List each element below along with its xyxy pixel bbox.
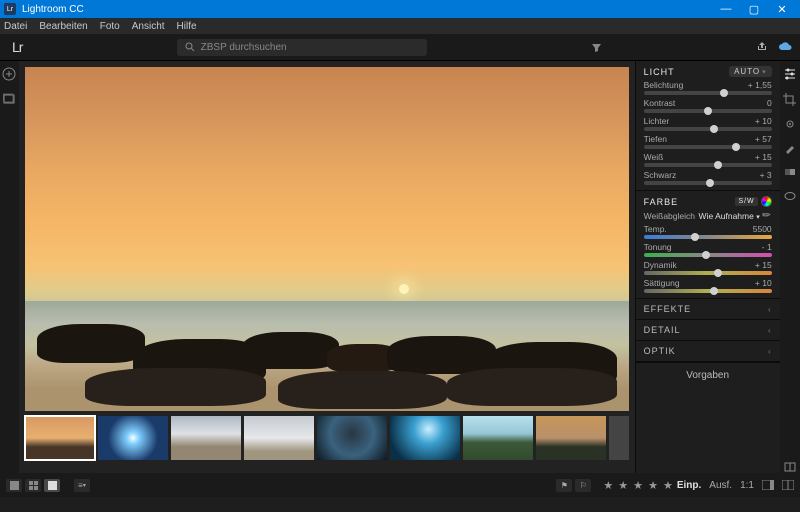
app-logo-icon: Lr	[4, 3, 16, 15]
tool-rail	[780, 61, 800, 473]
panel-toggle-icon[interactable]	[762, 480, 774, 490]
view-photogrid-icon[interactable]	[6, 479, 22, 492]
window-close-button[interactable]: ✕	[768, 3, 796, 16]
radial-gradient-icon[interactable]	[784, 190, 796, 202]
chevron-left-icon: ‹	[768, 326, 772, 335]
search-input[interactable]: ZBSP durchsuchen	[177, 39, 427, 56]
filter-icon[interactable]	[591, 42, 602, 53]
panel-optik[interactable]: OPTIK‹	[636, 341, 780, 362]
slider-dynamik[interactable]: Dynamik+ 15	[644, 260, 772, 275]
image-preview[interactable]	[25, 67, 629, 411]
search-icon	[185, 42, 195, 52]
brush-icon[interactable]	[784, 142, 796, 154]
search-placeholder: ZBSP durchsuchen	[201, 42, 287, 53]
slider-schwarz[interactable]: Schwarz+ 3	[644, 170, 772, 185]
filmstrip-thumb[interactable]	[25, 416, 95, 460]
menu-datei[interactable]: Datei	[4, 21, 27, 32]
auto-button[interactable]: AUTO▾	[729, 66, 772, 77]
farbe-panel: FARBE S/W Weißabgleich Wie Aufnahme ▾ ✎ …	[636, 191, 780, 299]
filmstrip-thumb[interactable]	[171, 416, 241, 460]
cloud-sync-icon[interactable]	[778, 41, 792, 53]
slider-kontrast[interactable]: Kontrast0	[644, 98, 772, 113]
licht-title: LICHT	[644, 67, 675, 77]
view-squaregrid-icon[interactable]	[25, 479, 41, 492]
view-detail-icon[interactable]	[44, 479, 60, 492]
filmstrip-thumb[interactable]	[317, 416, 387, 460]
filmstrip-thumb[interactable]	[244, 416, 314, 460]
zoom-fit[interactable]: Einp.	[677, 480, 701, 491]
lr-logo: Lr	[12, 39, 22, 55]
chevron-left-icon: ‹	[768, 305, 772, 314]
filmstrip-thumb[interactable]	[536, 416, 606, 460]
my-photos-icon[interactable]	[3, 93, 15, 105]
info-toggle-icon[interactable]	[782, 480, 794, 490]
filmstrip-thumb[interactable]	[609, 416, 629, 460]
filmstrip	[23, 413, 631, 469]
wb-label: Weißabgleich	[644, 211, 695, 221]
edit-sliders-icon[interactable]	[783, 67, 797, 81]
filmstrip-thumb[interactable]	[390, 416, 460, 460]
share-icon[interactable]	[756, 41, 768, 53]
slider-temp[interactable]: Temp.5500	[644, 224, 772, 239]
chevron-left-icon: ‹	[768, 347, 772, 356]
menu-hilfe[interactable]: Hilfe	[177, 21, 197, 32]
presets-button[interactable]: Vorgaben	[636, 362, 780, 388]
rating-stars[interactable]: ★ ★ ★ ★ ★	[603, 479, 674, 492]
menubar: Datei Bearbeiten Foto Ansicht Hilfe	[0, 18, 800, 34]
panel-effekte[interactable]: EFFEKTE‹	[636, 299, 780, 320]
add-photo-icon[interactable]	[2, 67, 16, 81]
farbe-title: FARBE	[644, 197, 679, 207]
wb-dropdown[interactable]: Wie Aufnahme ▾	[699, 211, 760, 221]
color-mixer-icon[interactable]	[761, 196, 772, 207]
center-area	[19, 61, 635, 473]
linear-gradient-icon[interactable]	[784, 166, 796, 178]
sort-icon[interactable]: ≡▾	[74, 479, 90, 492]
licht-panel: LICHT AUTO▾ Belichtung+ 1,55 Kontrast0 Lic…	[636, 61, 780, 191]
bottombar: ≡▾ ⚑ ⚐ ★ ★ ★ ★ ★ Einp. Ausf. 1:1	[0, 473, 800, 497]
slider-tonung[interactable]: Tonung- 1	[644, 242, 772, 257]
slider-lichter[interactable]: Lichter+ 10	[644, 116, 772, 131]
filmstrip-thumb[interactable]	[98, 416, 168, 460]
left-rail	[0, 61, 19, 473]
zoom-fill[interactable]: Ausf.	[709, 480, 732, 491]
bw-toggle[interactable]: S/W	[735, 197, 757, 206]
flag-pick-icon[interactable]: ⚑	[556, 479, 572, 492]
window-minimize-button[interactable]: ―	[712, 3, 740, 15]
crop-icon[interactable]	[783, 93, 796, 106]
slider-tiefen[interactable]: Tiefen+ 57	[644, 134, 772, 149]
window-title: Lightroom CC	[22, 4, 84, 15]
slider-belichtung[interactable]: Belichtung+ 1,55	[644, 80, 772, 95]
slider-wei[interactable]: Weiß+ 15	[644, 152, 772, 167]
eyedropper-icon[interactable]: ✎	[761, 209, 775, 223]
flag-reject-icon[interactable]: ⚐	[575, 479, 591, 492]
window-maximize-button[interactable]: ▢	[740, 3, 768, 16]
titlebar: Lr Lightroom CC ― ▢ ✕	[0, 0, 800, 18]
menu-ansicht[interactable]: Ansicht	[132, 21, 165, 32]
healing-brush-icon[interactable]	[784, 118, 796, 130]
panel-detail[interactable]: DETAIL‹	[636, 320, 780, 341]
menu-foto[interactable]: Foto	[100, 21, 120, 32]
main-body: LICHT AUTO▾ Belichtung+ 1,55 Kontrast0 Lic…	[0, 61, 800, 473]
menu-bearbeiten[interactable]: Bearbeiten	[39, 21, 87, 32]
slider-sttigung[interactable]: Sättigung+ 10	[644, 278, 772, 293]
filmstrip-thumb[interactable]	[463, 416, 533, 460]
original-toggle-icon[interactable]	[784, 461, 796, 473]
zoom-1to1[interactable]: 1:1	[740, 480, 754, 491]
edit-panel: LICHT AUTO▾ Belichtung+ 1,55 Kontrast0 Lic…	[635, 61, 780, 473]
topbar: Lr ZBSP durchsuchen	[0, 34, 800, 61]
